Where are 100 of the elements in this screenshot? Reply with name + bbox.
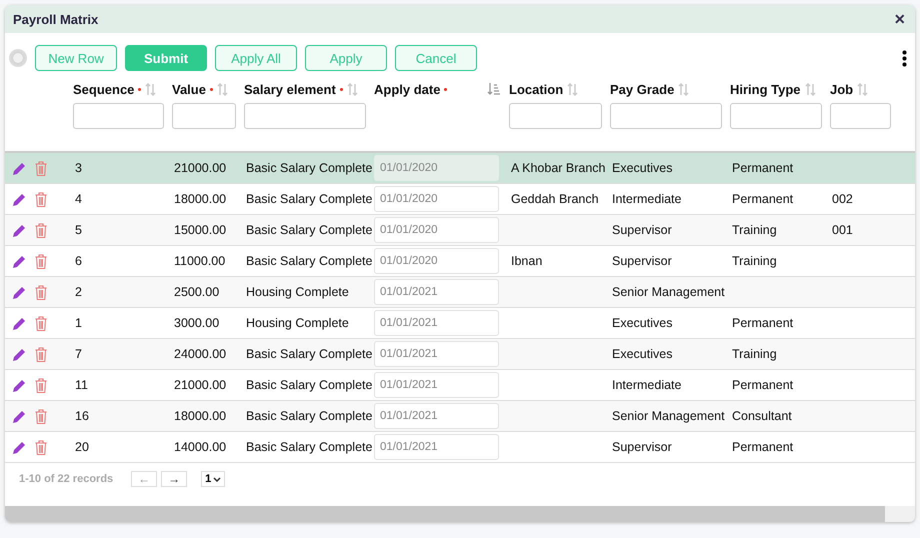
column-header: Job bbox=[830, 82, 854, 96]
delete-icon[interactable] bbox=[35, 160, 47, 176]
edit-icon[interactable] bbox=[12, 160, 27, 176]
filter-input[interactable] bbox=[73, 103, 164, 129]
date-field[interactable]: 01/01/2021 bbox=[374, 279, 499, 305]
table-cell-text: 21000.00 bbox=[173, 378, 226, 392]
date-field[interactable]: 01/01/2020 bbox=[374, 217, 499, 243]
delete-icon[interactable] bbox=[35, 346, 47, 362]
sort-icon[interactable] bbox=[804, 82, 816, 96]
table-row[interactable]: 4 18000.00 Basic Salary Complete 01/01/2020 Geddah Branch Intermediate Permanent 002 bbox=[5, 184, 915, 215]
table-row[interactable]: 1 3000.00 Housing Complete 01/01/2021 Executives Permanent bbox=[5, 308, 915, 339]
table-cell-text: 4 bbox=[74, 192, 82, 206]
table-row[interactable]: 3 21000.00 Basic Salary Complete 01/01/2020 A Khobar Branch Executives Permanent bbox=[5, 153, 915, 184]
table-cell-text: 3 bbox=[74, 161, 82, 175]
toolbar-button[interactable]: Apply All bbox=[215, 45, 297, 71]
column-header: Hiring Type bbox=[730, 82, 801, 96]
delete-icon[interactable] bbox=[35, 222, 47, 238]
edit-icon[interactable] bbox=[12, 222, 27, 238]
table-cell-text: Housing Complete bbox=[245, 285, 349, 299]
edit-icon[interactable] bbox=[12, 440, 27, 454]
date-field[interactable]: 01/01/2021 bbox=[374, 310, 499, 336]
table-cell-text: A Khobar Branch bbox=[510, 161, 606, 175]
sort-icon[interactable] bbox=[346, 82, 358, 96]
toolbar-button[interactable]: New Row bbox=[35, 45, 117, 71]
delete-icon[interactable] bbox=[35, 192, 47, 206]
sort-descending-icon[interactable] bbox=[487, 82, 501, 96]
radio-button[interactable] bbox=[9, 49, 27, 67]
edit-icon[interactable] bbox=[12, 192, 27, 206]
previous-page-button[interactable]: ← bbox=[131, 471, 158, 487]
table-cell-text: Basic Salary Complete bbox=[245, 347, 372, 361]
edit-icon[interactable] bbox=[12, 378, 27, 392]
delete-icon[interactable] bbox=[35, 284, 47, 300]
table-cell-text: 18000.00 bbox=[173, 409, 226, 423]
table-row[interactable]: 20 14000.00 Basic Salary Complete 01/01/2021 Supervisor Permanent bbox=[5, 432, 915, 463]
sort-icon[interactable] bbox=[678, 82, 690, 96]
date-field[interactable]: 01/01/2021 bbox=[374, 403, 499, 429]
date-field[interactable]: 01/01/2021 bbox=[374, 434, 499, 460]
table-cell-text: 15000.00 bbox=[173, 223, 226, 237]
table-cell-text: 14000.00 bbox=[173, 440, 226, 454]
table-cell-text: 16 bbox=[74, 409, 89, 423]
filter-input[interactable] bbox=[610, 103, 722, 129]
more-options-icon[interactable] bbox=[902, 50, 907, 66]
table-cell-text: 20 bbox=[74, 440, 89, 454]
sort-icon[interactable] bbox=[857, 82, 868, 96]
table-row[interactable]: 6 11000.00 Basic Salary Complete 01/01/2020 Ibnan Supervisor Training bbox=[5, 246, 915, 277]
sort-icon[interactable] bbox=[216, 82, 228, 96]
filter-input[interactable] bbox=[244, 103, 366, 129]
date-field[interactable]: 01/01/2021 bbox=[374, 372, 499, 398]
table-cell-text: Permanent bbox=[731, 192, 794, 206]
table-cell-text: Executives bbox=[611, 316, 672, 330]
table-row[interactable]: 2 2500.00 Housing Complete 01/01/2021 Senior Management bbox=[5, 277, 915, 308]
table-row[interactable]: 5 15000.00 Basic Salary Complete 01/01/2020 Supervisor Training 001 bbox=[5, 215, 915, 246]
table-cell-text: Permanent bbox=[731, 316, 794, 330]
toolbar-button[interactable]: Apply bbox=[305, 45, 387, 71]
filter-input[interactable] bbox=[830, 103, 891, 129]
table-cell-text: Training bbox=[731, 254, 777, 268]
table-row[interactable]: 16 18000.00 Basic Salary Complete 01/01/2021 Senior Management Consultant bbox=[5, 401, 915, 432]
table-cell-text: 24000.00 bbox=[173, 347, 226, 361]
toolbar-button[interactable]: Submit bbox=[125, 45, 207, 71]
page-select[interactable]: 1 bbox=[201, 471, 226, 487]
table-cell-text: Training bbox=[731, 347, 777, 361]
table-cell-text: 2500.00 bbox=[173, 285, 220, 299]
edit-icon[interactable] bbox=[12, 254, 27, 268]
table-cell-text: Executives bbox=[611, 161, 672, 175]
date-field[interactable]: 01/01/2020 bbox=[374, 248, 499, 274]
edit-icon[interactable] bbox=[12, 316, 27, 330]
window-title: Payroll Matrix bbox=[13, 12, 98, 26]
next-page-button[interactable]: → bbox=[161, 471, 188, 487]
table-cell-text: Permanent bbox=[731, 161, 794, 175]
close-button[interactable]: × bbox=[892, 10, 907, 28]
delete-icon[interactable] bbox=[35, 440, 47, 454]
date-field[interactable]: 01/01/2021 bbox=[374, 341, 499, 367]
sort-icon[interactable] bbox=[145, 82, 156, 96]
table-cell-text: Training bbox=[731, 223, 777, 237]
date-field[interactable]: 01/01/2020 bbox=[374, 155, 499, 181]
table-cell-text: 001 bbox=[831, 223, 853, 237]
table-cell-text: 3000.00 bbox=[173, 316, 220, 330]
table-cell-text: Housing Complete bbox=[245, 316, 349, 330]
filter-input[interactable] bbox=[509, 103, 602, 129]
table-cell-text: Permanent bbox=[731, 440, 794, 454]
filter-input[interactable] bbox=[730, 103, 822, 129]
table-cell-text: Intermediate bbox=[611, 378, 682, 392]
table-cell-text: Executives bbox=[611, 347, 672, 361]
toolbar-button[interactable]: Cancel bbox=[395, 45, 477, 71]
delete-icon[interactable] bbox=[35, 254, 47, 268]
sort-icon[interactable] bbox=[567, 82, 578, 96]
delete-icon[interactable] bbox=[35, 316, 47, 330]
table-row[interactable]: 11 21000.00 Basic Salary Complete 01/01/2021 Intermediate Permanent bbox=[5, 370, 915, 401]
edit-icon[interactable] bbox=[12, 284, 27, 300]
table-row[interactable]: 7 24000.00 Basic Salary Complete 01/01/2021 Executives Training bbox=[5, 339, 915, 370]
table-cell-text: Supervisor bbox=[611, 223, 672, 237]
filter-input[interactable] bbox=[172, 103, 236, 129]
table-cell-text: Ibnan bbox=[510, 254, 542, 268]
delete-icon[interactable] bbox=[35, 378, 47, 392]
delete-icon[interactable] bbox=[35, 408, 47, 424]
edit-icon[interactable] bbox=[12, 346, 27, 362]
column-header: Pay Grade bbox=[610, 82, 674, 96]
table-cell-text: Basic Salary Complete bbox=[245, 192, 372, 206]
date-field[interactable]: 01/01/2020 bbox=[374, 186, 499, 212]
edit-icon[interactable] bbox=[12, 408, 27, 424]
